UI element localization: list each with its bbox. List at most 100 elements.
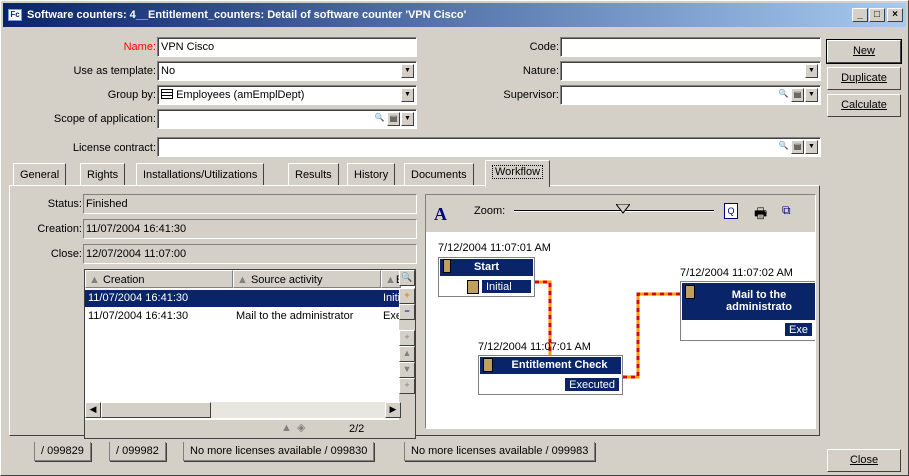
tab-workflow[interactable]: Workflow bbox=[485, 160, 551, 187]
grid-toolbar: 🔍 + − + ▲ ▼ + bbox=[399, 270, 415, 423]
check-timestamp: 7/12/2004 11:07:01 AM bbox=[478, 341, 591, 353]
creation-value: 11/07/2004 16:41:30 bbox=[83, 219, 417, 239]
use-template-label: Use as template: bbox=[73, 65, 156, 77]
details-icon[interactable]: ▤ bbox=[387, 112, 400, 126]
close-label: Close: bbox=[50, 248, 82, 260]
table-row[interactable]: 11/07/2004 16:41:30 Mail to the administ… bbox=[85, 308, 402, 325]
chevron-down-icon[interactable]: ▼ bbox=[805, 64, 818, 78]
zoom-slider-thumb[interactable] bbox=[614, 203, 632, 214]
row-source: Mail to the administrator bbox=[236, 310, 354, 322]
eraser-icon[interactable]: ◈ bbox=[297, 421, 305, 434]
events-table: ▲ Creation ▲ Source activity ▲E 11/07/20… bbox=[84, 269, 416, 439]
use-template-select[interactable]: No ▼ bbox=[157, 61, 417, 81]
link-check-to-mail bbox=[623, 292, 680, 379]
detail-window: Fc Software counters: 4__Entitlement_cou… bbox=[0, 0, 909, 476]
pager-bar: ▲ ◈ 2/2 bbox=[85, 420, 415, 438]
status-tab-2[interactable]: / 099982 bbox=[109, 442, 166, 461]
code-field[interactable] bbox=[560, 37, 821, 57]
row-creation: 11/07/2004 16:41:30 bbox=[88, 292, 189, 304]
table-row[interactable]: 11/07/2004 16:41:30 Initi bbox=[85, 290, 401, 307]
expand-icon[interactable]: + bbox=[399, 330, 415, 346]
chevron-down-icon[interactable]: ▼ bbox=[401, 112, 414, 126]
diagram-toolbar: A Zoom: Q 🖶 ⧉ bbox=[426, 195, 815, 232]
name-field[interactable]: VPN Cisco bbox=[157, 37, 417, 57]
chevron-down-icon[interactable]: ▼ bbox=[805, 88, 818, 102]
tab-results[interactable]: Results bbox=[288, 163, 339, 185]
details-icon[interactable]: ▤ bbox=[791, 140, 804, 154]
column-source-label: Source activity bbox=[250, 274, 323, 286]
entitlement-check-node[interactable]: Entitlement Check Executed bbox=[478, 355, 623, 395]
column-source-activity[interactable]: ▲ Source activity bbox=[233, 270, 381, 288]
search-icon[interactable]: 🔍 bbox=[777, 140, 790, 154]
maximize-button[interactable]: □ bbox=[869, 8, 885, 22]
status-tab-4[interactable]: No more licenses available / 099983 bbox=[404, 442, 596, 461]
column-e[interactable]: ▲E bbox=[381, 270, 401, 288]
mail-administrator-node[interactable]: Mail to the administrato Exe bbox=[680, 281, 815, 341]
zoom-fit-icon[interactable]: Q bbox=[724, 203, 738, 219]
status-tab-1[interactable]: / 099829 bbox=[34, 442, 91, 461]
chevron-down-icon[interactable]: ▼ bbox=[401, 64, 414, 78]
search-icon[interactable]: 🔍 bbox=[777, 88, 790, 102]
calculate-button[interactable]: Calculate bbox=[827, 94, 901, 117]
scroll-left-icon[interactable]: ◀ bbox=[85, 402, 101, 418]
start-node-title: Start bbox=[440, 259, 533, 276]
column-creation-label: Creation bbox=[102, 274, 145, 286]
nature-select[interactable]: ▼ bbox=[560, 61, 821, 81]
tab-installations[interactable]: Installations/Utilizations bbox=[136, 163, 265, 185]
duplicate-button[interactable]: Duplicate bbox=[827, 67, 901, 90]
close-button[interactable]: Close bbox=[827, 449, 901, 472]
start-node[interactable]: Start Initial bbox=[438, 257, 535, 297]
activity-icon bbox=[685, 285, 695, 299]
collapse-icon[interactable]: + bbox=[399, 378, 415, 394]
creation-label: Creation: bbox=[37, 223, 82, 235]
text-format-icon[interactable]: A bbox=[434, 204, 447, 225]
mail-node-status: Exe bbox=[784, 322, 813, 337]
title-bar: Fc Software counters: 4__Entitlement_cou… bbox=[3, 3, 906, 27]
workflow-diagram: A Zoom: Q 🖶 ⧉ 7/12/2004 11:07:01 AM Star… bbox=[425, 194, 816, 429]
person-icon bbox=[443, 259, 451, 273]
supervisor-label: Supervisor: bbox=[503, 89, 559, 101]
pager-count: 2/2 bbox=[349, 423, 365, 435]
close-window-button[interactable]: × bbox=[887, 8, 903, 22]
tab-rights[interactable]: Rights bbox=[80, 163, 126, 185]
scroll-thumb[interactable] bbox=[101, 402, 211, 418]
print-icon[interactable]: 🖶 bbox=[754, 203, 767, 227]
add-row-icon[interactable]: + bbox=[399, 288, 415, 304]
chevron-down-icon[interactable]: ▼ bbox=[401, 88, 414, 102]
zoom-label: Zoom: bbox=[474, 205, 506, 217]
tab-workflow-label: Workflow bbox=[492, 165, 544, 179]
zoom-slider[interactable] bbox=[514, 203, 714, 214]
tab-history[interactable]: History bbox=[347, 163, 396, 185]
chevron-down-icon[interactable]: ▼ bbox=[805, 140, 818, 154]
scope-label: Scope of application: bbox=[53, 113, 156, 125]
app-icon: Fc bbox=[8, 9, 22, 21]
license-label: License contract: bbox=[72, 142, 156, 154]
search-icon[interactable]: 🔍 bbox=[373, 112, 386, 126]
supervisor-field[interactable]: 🔍 ▤ ▼ bbox=[560, 85, 821, 105]
search-icon[interactable]: 🔍 bbox=[399, 270, 415, 286]
group-by-select[interactable]: Employees (amEmplDept) ▼ bbox=[157, 85, 417, 105]
tab-general[interactable]: General bbox=[13, 163, 67, 185]
window-title: Software counters: 4__Entitlement_counte… bbox=[27, 9, 467, 21]
copy-icon[interactable]: ⧉ bbox=[782, 203, 791, 218]
status-tab-3[interactable]: No more licenses available / 099830 bbox=[183, 442, 375, 461]
column-creation[interactable]: ▲ Creation bbox=[85, 270, 233, 288]
scroll-right-icon[interactable]: ▶ bbox=[385, 402, 401, 418]
mail-timestamp: 7/12/2004 11:07:02 AM bbox=[680, 267, 793, 279]
close-value: 12/07/2004 11:07:00 bbox=[83, 244, 417, 264]
sort-up-icon[interactable]: ▲ bbox=[281, 422, 292, 434]
horizontal-scrollbar[interactable]: ◀ ▶ bbox=[85, 402, 401, 418]
group-by-label: Group by: bbox=[107, 89, 156, 101]
tab-documents[interactable]: Documents bbox=[404, 163, 474, 185]
row-creation: 11/07/2004 16:41:30 bbox=[88, 310, 189, 322]
minimize-button[interactable]: _ bbox=[852, 8, 868, 22]
details-icon[interactable]: ▤ bbox=[791, 88, 804, 102]
scope-field[interactable]: 🔍 ▤ ▼ bbox=[157, 109, 417, 129]
move-up-icon[interactable]: ▲ bbox=[399, 346, 415, 362]
remove-row-icon[interactable]: − bbox=[399, 304, 415, 320]
name-label: Name: bbox=[123, 41, 156, 53]
license-field[interactable]: 🔍 ▤ ▼ bbox=[157, 137, 821, 157]
new-button[interactable]: New bbox=[826, 39, 902, 64]
check-node-title: Entitlement Check bbox=[480, 357, 621, 374]
move-down-icon[interactable]: ▼ bbox=[399, 362, 415, 378]
